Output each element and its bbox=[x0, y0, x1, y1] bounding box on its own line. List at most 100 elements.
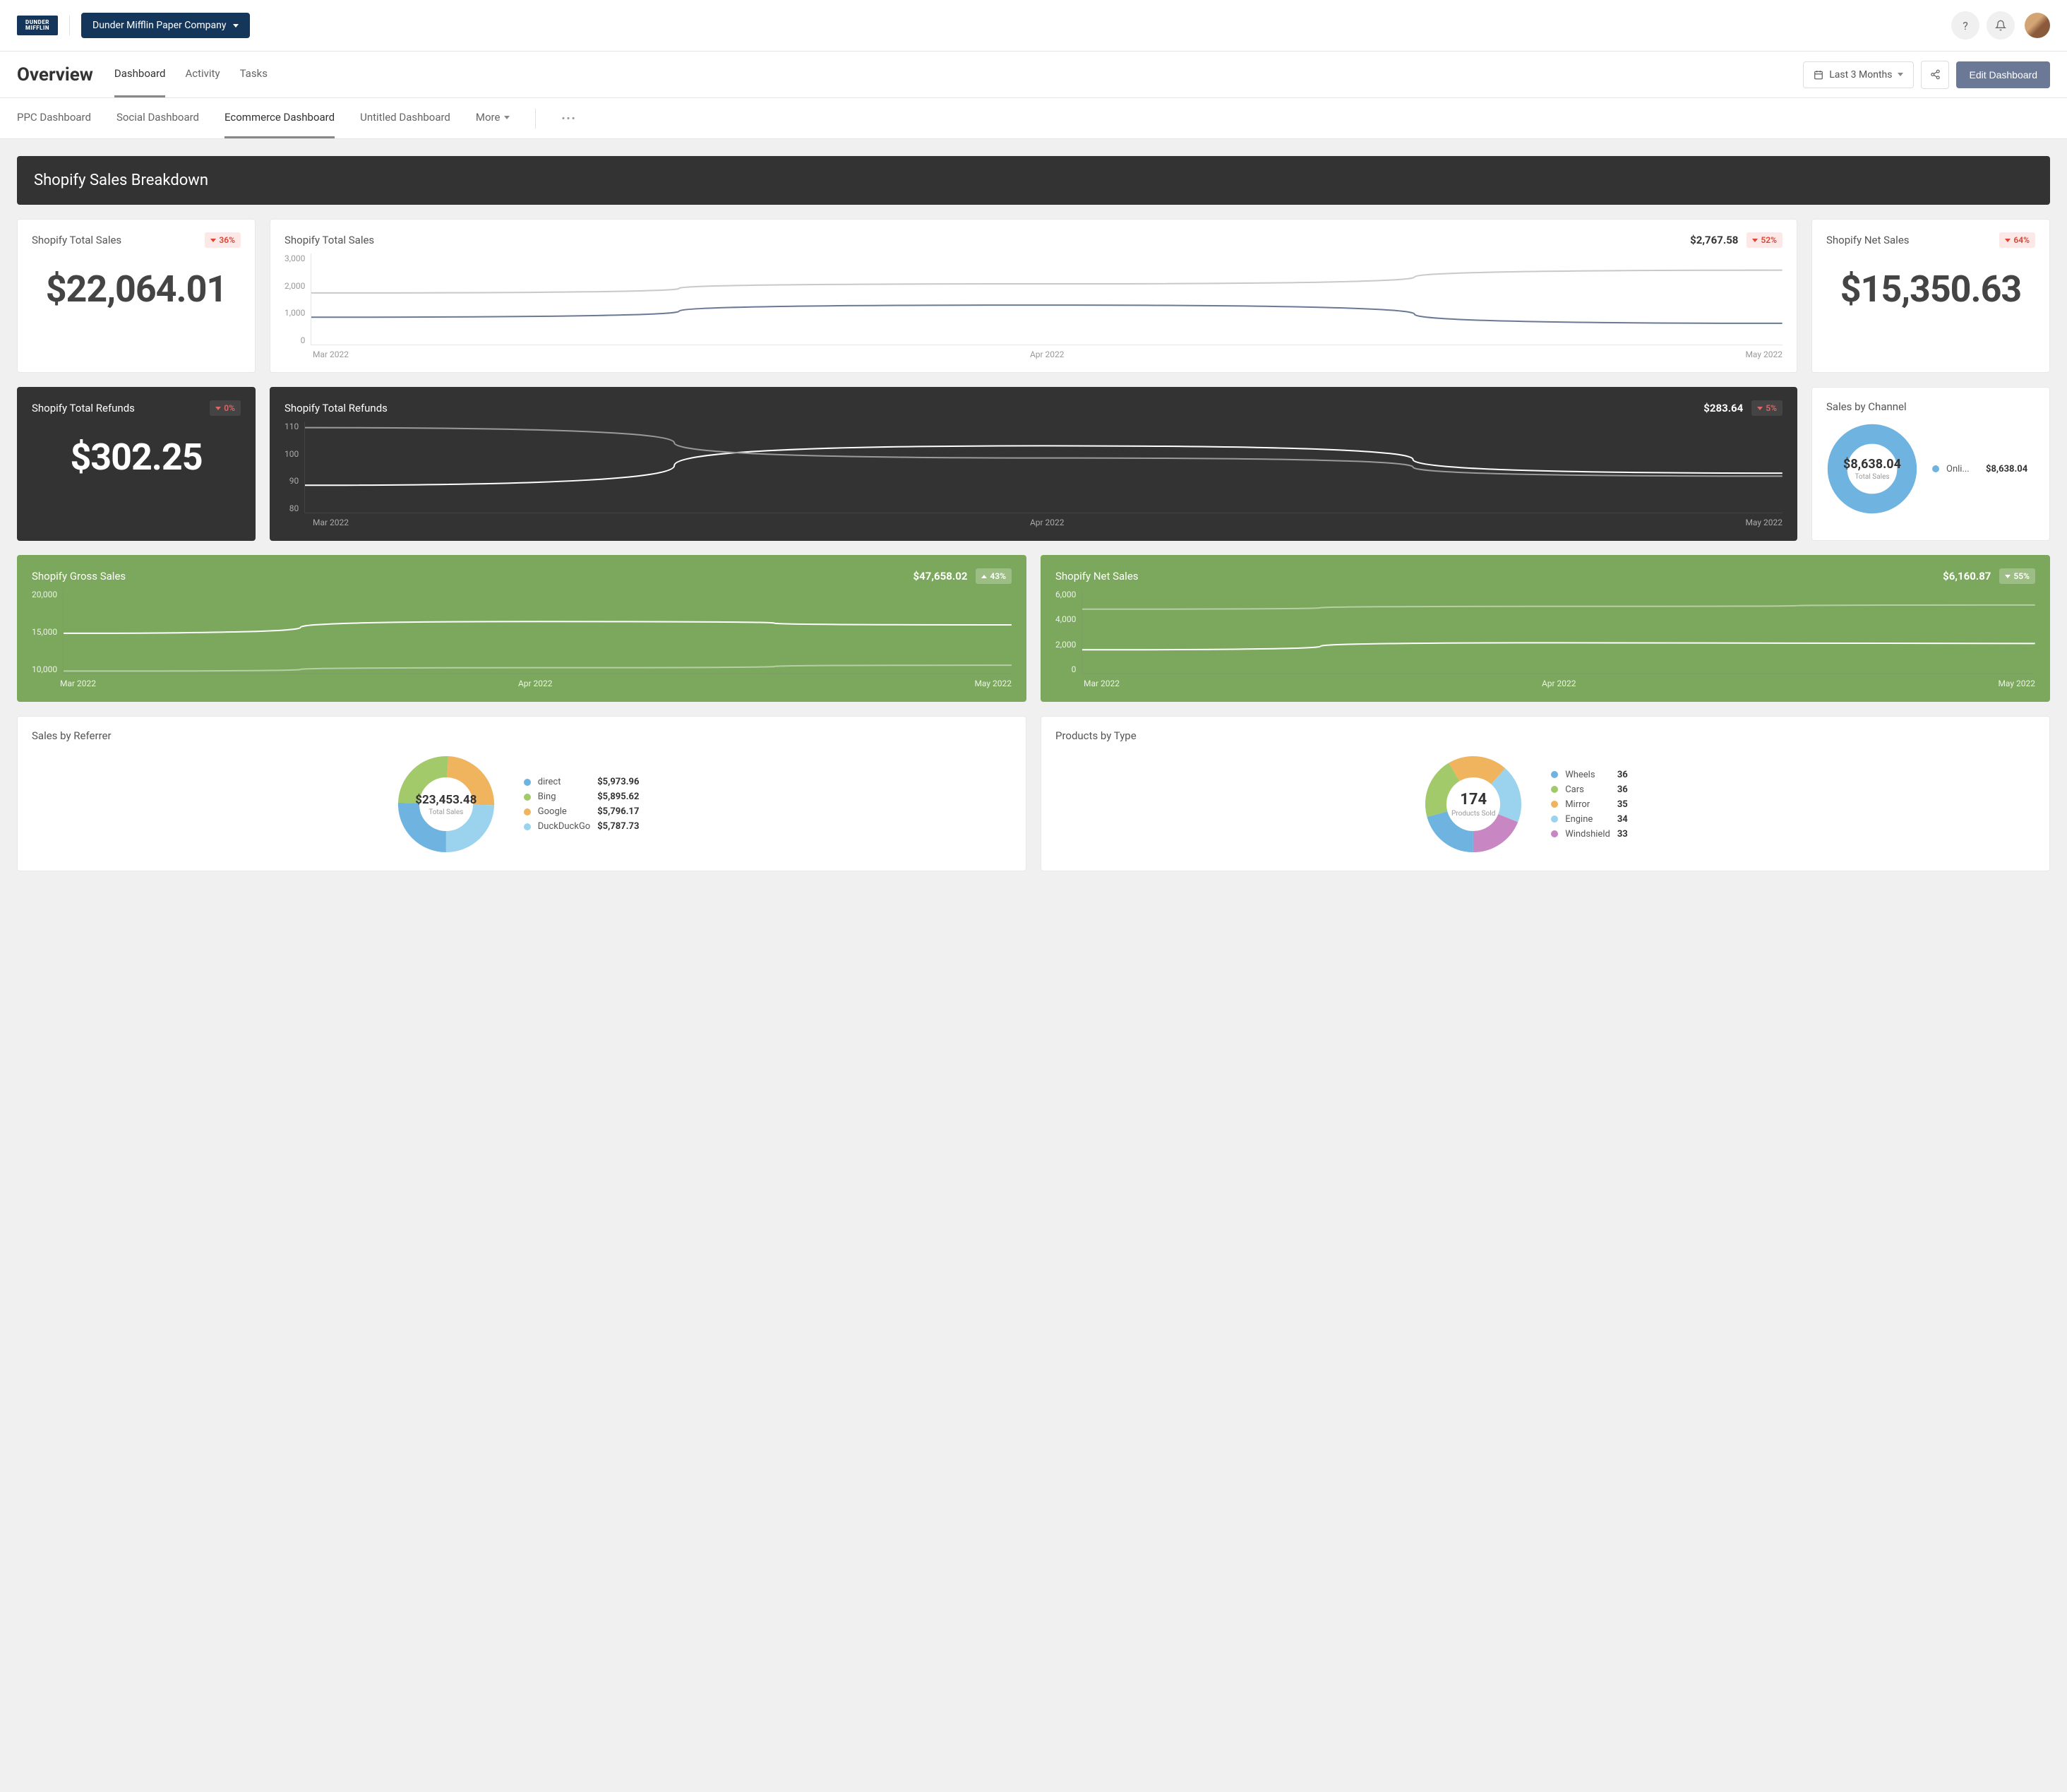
legend-value: $5,796.17 bbox=[597, 806, 647, 817]
legend: Onli... $8,638.04 bbox=[1932, 460, 2035, 479]
big-number: $22,064.01 bbox=[32, 268, 241, 311]
change-value: 43% bbox=[990, 571, 1006, 581]
subheader: Overview Dashboard Activity Tasks Last 3… bbox=[0, 52, 2067, 98]
headline-value: $2,767.58 bbox=[1690, 234, 1738, 246]
change-value: 64% bbox=[2013, 235, 2030, 245]
legend-value: $5,973.96 bbox=[597, 777, 647, 787]
triangle-down-icon bbox=[1757, 407, 1763, 410]
legend-value: 33 bbox=[1617, 829, 1667, 840]
donut-center-label: Total Sales bbox=[429, 808, 463, 816]
legend-label: Bing bbox=[538, 792, 590, 802]
chart-area bbox=[311, 253, 1783, 345]
notifications-button[interactable] bbox=[1987, 11, 2015, 40]
card-products-by-type: Products by Type 174 Products Sold Wheel… bbox=[1041, 716, 2050, 871]
change-value: 52% bbox=[1761, 235, 1777, 245]
legend: Wheels 36 Cars 36 Mirror 35 Engine 34 Wi… bbox=[1551, 765, 1667, 844]
big-number: $302.25 bbox=[32, 436, 241, 479]
chevron-down-icon bbox=[1898, 73, 1903, 76]
triangle-down-icon bbox=[215, 407, 221, 410]
overflow-menu[interactable]: ••• bbox=[561, 112, 576, 125]
row-3: Shopify Gross Sales $47,658.02 43% 20,00… bbox=[17, 555, 2050, 702]
date-range-selector[interactable]: Last 3 Months bbox=[1803, 61, 1914, 88]
donut-chart: 174 Products Sold bbox=[1424, 755, 1523, 854]
chart-area bbox=[1082, 590, 2035, 674]
legend-value: 34 bbox=[1617, 814, 1667, 825]
calendar-icon bbox=[1814, 70, 1823, 80]
company-name: Dunder Mifflin Paper Company bbox=[92, 20, 226, 31]
y-axis: 6,0004,0002,0000 bbox=[1055, 590, 1082, 674]
card-sales-by-channel: Sales by Channel $8,638.04 Total Sales O… bbox=[1811, 387, 2050, 541]
card-total-sales-chart: Shopify Total Sales $2,767.58 52% 3,0002… bbox=[270, 219, 1797, 373]
legend-item: DuckDuckGo $5,787.73 bbox=[524, 821, 647, 832]
legend-swatch bbox=[524, 794, 531, 801]
x-axis: Mar 2022Apr 2022May 2022 bbox=[32, 679, 1012, 688]
legend-value: 35 bbox=[1617, 799, 1667, 810]
bell-icon bbox=[1995, 20, 2006, 31]
legend-label: Cars bbox=[1565, 784, 1610, 795]
user-avatar[interactable] bbox=[2025, 13, 2050, 38]
legend-label: Mirror bbox=[1565, 799, 1610, 810]
help-icon: ? bbox=[1963, 19, 1968, 32]
donut-center-value: $8,638.04 bbox=[1843, 457, 1901, 472]
triangle-up-icon bbox=[981, 575, 987, 578]
donut-center-value: $23,453.48 bbox=[415, 793, 477, 807]
legend: direct $5,973.96 Bing $5,895.62 Google $… bbox=[524, 772, 647, 836]
tab-ecommerce[interactable]: Ecommerce Dashboard bbox=[224, 98, 335, 138]
chevron-down-icon bbox=[504, 116, 510, 119]
card-net-sales-number: Shopify Net Sales 64% $15,350.63 bbox=[1811, 219, 2050, 373]
tab-social[interactable]: Social Dashboard bbox=[116, 98, 199, 138]
dashboard-tabs: PPC Dashboard Social Dashboard Ecommerce… bbox=[0, 98, 2067, 139]
legend-item: Mirror 35 bbox=[1551, 799, 1667, 810]
card-title: Shopify Net Sales bbox=[1055, 570, 1139, 583]
legend-label: Windshield bbox=[1565, 829, 1610, 840]
tab-more[interactable]: More bbox=[476, 98, 510, 138]
card-title: Shopify Net Sales bbox=[1826, 234, 1910, 246]
legend-value: 36 bbox=[1617, 770, 1667, 780]
card-title: Shopify Gross Sales bbox=[32, 570, 126, 583]
headline-value: $283.64 bbox=[1703, 402, 1743, 414]
legend-swatch bbox=[1932, 465, 1939, 472]
legend-item: Engine 34 bbox=[1551, 814, 1667, 825]
subtab-dashboard[interactable]: Dashboard bbox=[114, 52, 166, 97]
legend-swatch bbox=[1551, 830, 1558, 837]
brand-logo: DUNDER MIFFLIN bbox=[17, 16, 58, 35]
subtab-activity[interactable]: Activity bbox=[185, 52, 220, 97]
help-button[interactable]: ? bbox=[1951, 11, 1979, 40]
legend-item: Bing $5,895.62 bbox=[524, 792, 647, 802]
legend-swatch bbox=[1551, 816, 1558, 823]
change-badge: 5% bbox=[1751, 400, 1783, 416]
section-title: Shopify Sales Breakdown bbox=[17, 156, 2050, 205]
change-value: 0% bbox=[224, 403, 235, 413]
triangle-down-icon bbox=[2005, 239, 2011, 242]
subtab-tasks[interactable]: Tasks bbox=[240, 52, 268, 97]
page-content: Shopify Sales Breakdown Shopify Total Sa… bbox=[0, 139, 2067, 902]
row-4: Sales by Referrer $23,453.48 Total Sales… bbox=[17, 716, 2050, 871]
card-title: Shopify Total Sales bbox=[32, 234, 121, 246]
edit-dashboard-button[interactable]: Edit Dashboard bbox=[1956, 61, 2050, 88]
card-title: Shopify Total Refunds bbox=[284, 402, 388, 414]
more-label: More bbox=[476, 111, 501, 124]
card-title: Shopify Total Refunds bbox=[32, 402, 135, 414]
company-selector[interactable]: Dunder Mifflin Paper Company bbox=[81, 13, 250, 38]
legend-label: Google bbox=[538, 806, 590, 817]
card-title: Sales by Channel bbox=[1826, 400, 2035, 413]
x-axis: Mar 2022Apr 2022May 2022 bbox=[1055, 679, 2035, 688]
change-badge: 43% bbox=[976, 568, 1012, 584]
donut-chart: $8,638.04 Total Sales bbox=[1826, 423, 1918, 515]
chevron-down-icon bbox=[233, 24, 239, 28]
legend-swatch bbox=[524, 823, 531, 830]
change-badge: 64% bbox=[1999, 232, 2035, 248]
card-refunds-chart: Shopify Total Refunds $283.64 5% 1101009… bbox=[270, 387, 1797, 541]
y-axis: 1101009080 bbox=[284, 422, 304, 513]
legend-value: $5,895.62 bbox=[597, 792, 647, 802]
page-title: Overview bbox=[17, 64, 93, 85]
change-value: 5% bbox=[1766, 403, 1777, 413]
share-button[interactable] bbox=[1921, 61, 1949, 89]
legend-label: Wheels bbox=[1565, 770, 1610, 780]
divider bbox=[535, 109, 536, 129]
legend-swatch bbox=[524, 808, 531, 816]
tab-ppc[interactable]: PPC Dashboard bbox=[17, 98, 91, 138]
legend-item: Google $5,796.17 bbox=[524, 806, 647, 817]
tab-untitled[interactable]: Untitled Dashboard bbox=[360, 98, 450, 138]
legend-swatch bbox=[1551, 801, 1558, 808]
